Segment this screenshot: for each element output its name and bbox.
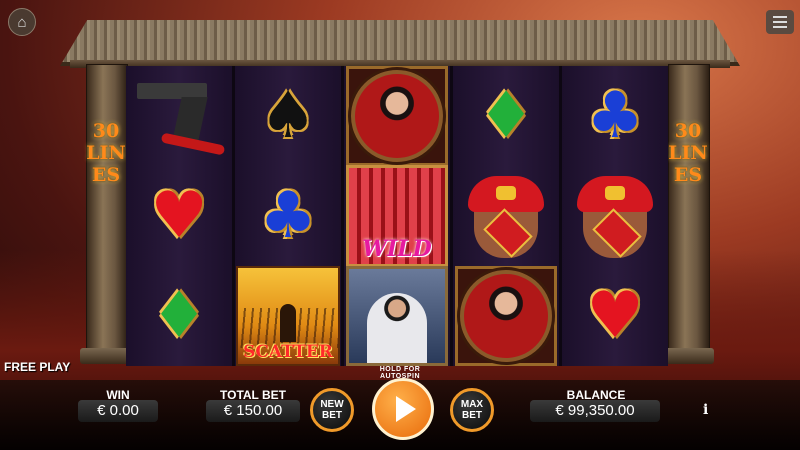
symbol-spade: ♠ [235,66,341,166]
symbol-wild: WILD [344,165,450,267]
spin-button[interactable] [372,378,434,440]
wine-jar-icon [462,172,550,260]
new-bet-button[interactable]: NEW BET [310,388,354,432]
menu-button[interactable] [766,10,794,34]
paylines-label-left: 30 LINES [86,120,126,186]
hero-portrait-icon [346,266,448,366]
right-pillar-base [662,348,714,364]
pistol-icon [131,71,227,161]
reel-1: ♥ ♦ [126,66,235,366]
symbol-heart: ♥ [126,166,232,266]
symbol-scatter: SCATTER [235,266,341,366]
symbol-hero-portrait [344,266,450,366]
symbol-heart: ♥ [562,266,668,366]
symbol-diamond: ♦ [126,266,232,366]
home-icon: ⌂ [17,13,27,31]
symbol-pistol [126,66,232,166]
wild-cage-icon: WILD [346,165,448,267]
symbol-woman-portrait [453,266,559,366]
symbol-wine-jar [453,166,559,266]
symbol-club: ♣ [562,66,668,166]
total-bet-value: € 150.00 [206,400,300,422]
symbol-wine-jar [562,166,668,266]
reel-grid: ♥ ♦ ♠ ♣ SCATTER WILD ♦ ♣ ♥ [126,66,668,366]
reel-2: ♠ ♣ SCATTER [235,66,344,366]
left-pillar [86,64,128,362]
club-icon: ♣ [259,179,317,253]
heart-icon: ♥ [586,279,644,353]
left-pillar-base [80,348,132,364]
diamond-icon: ♦ [477,79,535,153]
reel-4: ♦ [453,66,562,366]
info-button[interactable]: i [703,402,708,418]
reel-5: ♣ ♥ [562,66,668,366]
symbol-club: ♣ [235,166,341,266]
heart-icon: ♥ [150,179,208,253]
play-icon [396,396,416,422]
woman-portrait-icon [346,66,448,166]
symbol-diamond: ♦ [453,66,559,166]
reel-3: WILD [344,66,453,366]
win-value: € 0.00 [78,400,158,422]
menu-icon-line [773,16,787,18]
menu-icon-line [773,21,787,23]
menu-icon-line [773,26,787,28]
right-pillar [668,64,710,362]
home-button[interactable]: ⌂ [8,8,36,36]
scatter-label: SCATTER [243,342,333,362]
wild-label: WILD [362,236,432,262]
max-bet-button[interactable]: MAX BET [450,388,494,432]
scatter-icon: SCATTER [236,266,340,366]
wine-jar-icon [571,172,659,260]
symbol-woman-portrait [344,66,450,166]
diamond-icon: ♦ [150,279,208,353]
spade-icon: ♠ [259,79,317,153]
paylines-label-right: 30 LINES [668,120,708,186]
woman-portrait-icon [455,266,557,366]
club-icon: ♣ [586,79,644,153]
free-play-label: FREE PLAY [4,360,71,374]
balance-value: € 99,350.00 [530,400,660,422]
